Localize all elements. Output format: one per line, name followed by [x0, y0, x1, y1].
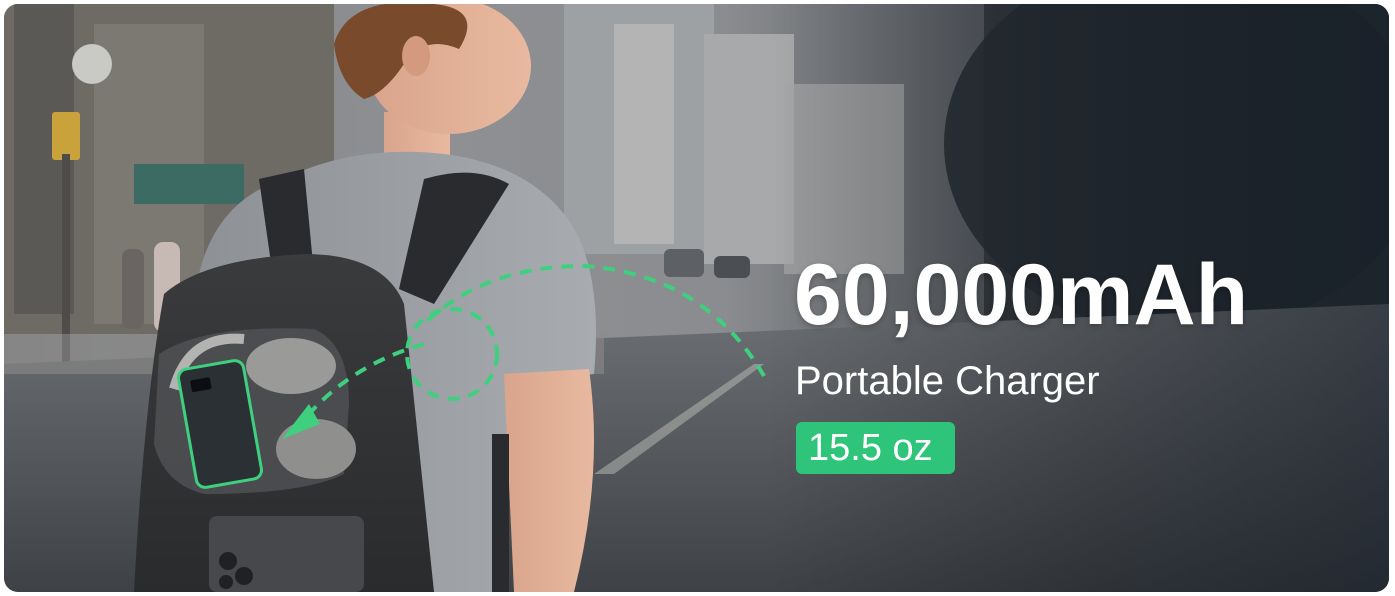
capacity-headline: 60,000mAh — [794, 247, 1249, 343]
promo-banner: 60,000mAh Portable Charger 15.5 oz — [4, 4, 1389, 592]
weight-badge: 15.5 oz — [796, 422, 955, 474]
product-subtitle: Portable Charger — [795, 359, 1100, 403]
headphones-icon — [246, 338, 336, 394]
